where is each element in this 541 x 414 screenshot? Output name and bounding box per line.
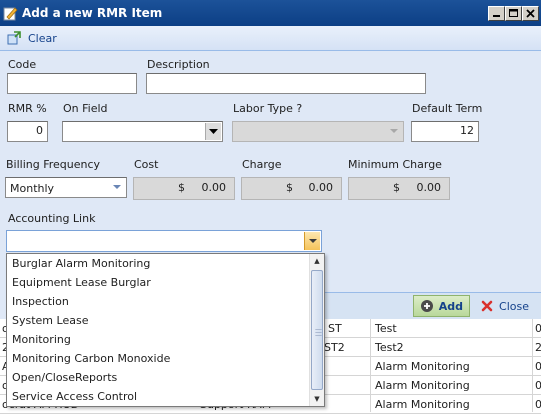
add-icon [420,300,433,312]
charge-label: Charge [242,158,282,171]
list-item[interactable]: Service Access Control [7,387,324,406]
billing-frequency-dropdown-button[interactable] [109,179,125,196]
clear-label: Clear [28,31,57,45]
close-icon [526,8,535,18]
labor-type-select [232,121,404,142]
minimize-icon [493,14,500,17]
rmr-pct-field[interactable]: 0 [7,121,48,142]
close-window-button[interactable] [522,5,539,21]
cost-label: Cost [134,158,159,171]
list-item[interactable]: Inspection [7,292,324,311]
description-label: Description [147,58,210,71]
cost-field: $ 0.00 [133,177,235,200]
charge-value: 0.00 [308,181,334,194]
charge-currency: $ [286,181,293,194]
scrollbar-thumb[interactable]: — — — [311,270,323,390]
add-label: Add [438,299,464,313]
code-field[interactable] [7,73,137,94]
labor-type-dropdown-button [386,123,402,140]
footer-button-bar: Add Close [320,292,541,319]
scroll-up-arrow-icon[interactable]: ▲ [310,254,324,268]
billing-frequency-select[interactable]: Monthly [5,177,127,198]
accounting-link-dropdown-button[interactable] [304,232,320,250]
code-label: Code [8,58,37,71]
labor-type-label: Labor Type ? [233,102,303,115]
chevron-down-icon [390,129,398,133]
on-field-select[interactable] [62,121,223,142]
list-item[interactable]: Monitoring Carbon Monoxide [7,349,324,368]
minimum-charge-field: $ 0.00 [348,177,450,200]
minimum-charge-currency: $ [393,181,400,194]
list-item[interactable]: Burglar Alarm Monitoring [7,254,324,273]
minimum-charge-label: Minimum Charge [348,158,442,171]
chevron-down-icon [113,185,121,189]
title-bar[interactable]: Add a new RMR Item [0,0,541,26]
chevron-down-icon [308,238,317,243]
rmr-pct-label: RMR % [8,102,47,115]
billing-frequency-value: Monthly [10,182,55,195]
close-label: Close [499,299,529,313]
charge-field: $ 0.00 [241,177,342,200]
toolbar: Clear [0,26,541,51]
close-icon [481,300,493,312]
default-term-label: Default Term [412,102,483,115]
edit-icon [3,7,18,21]
cost-currency: $ [178,181,185,194]
accounting-link-label: Accounting Link [8,212,96,225]
maximize-button[interactable] [505,5,522,21]
accounting-link-dropdown-list[interactable]: Burglar Alarm Monitoring Equipment Lease… [6,253,325,407]
on-field-label: On Field [63,102,108,115]
list-item[interactable]: Monitoring [7,330,324,349]
default-term-field[interactable]: 12 [411,121,479,142]
billing-frequency-label: Billing Frequency [6,158,101,171]
cost-value: 0.00 [201,181,227,194]
dropdown-scrollbar[interactable]: ▲ — — — ▼ [309,254,324,406]
clear-icon [7,31,21,45]
description-field[interactable] [146,73,426,94]
maximize-icon [509,8,518,17]
list-item[interactable]: System Lease [7,311,324,330]
window-title: Add a new RMR Item [22,6,163,20]
add-button[interactable]: Add [412,295,471,317]
clear-button[interactable]: Clear [6,30,57,46]
on-field-dropdown-button[interactable] [205,123,221,140]
list-item[interactable]: Open/CloseReports [7,368,324,387]
minimum-charge-value: 0.00 [416,181,442,194]
scroll-down-arrow-icon[interactable]: ▼ [310,392,324,406]
minimize-button[interactable] [488,5,505,21]
close-button[interactable]: Close [474,296,535,316]
accounting-link-select[interactable] [6,230,322,252]
grip-icon: — — — [315,325,322,339]
list-item[interactable]: Equipment Lease Burglar [7,273,324,292]
chevron-down-icon [209,128,218,134]
